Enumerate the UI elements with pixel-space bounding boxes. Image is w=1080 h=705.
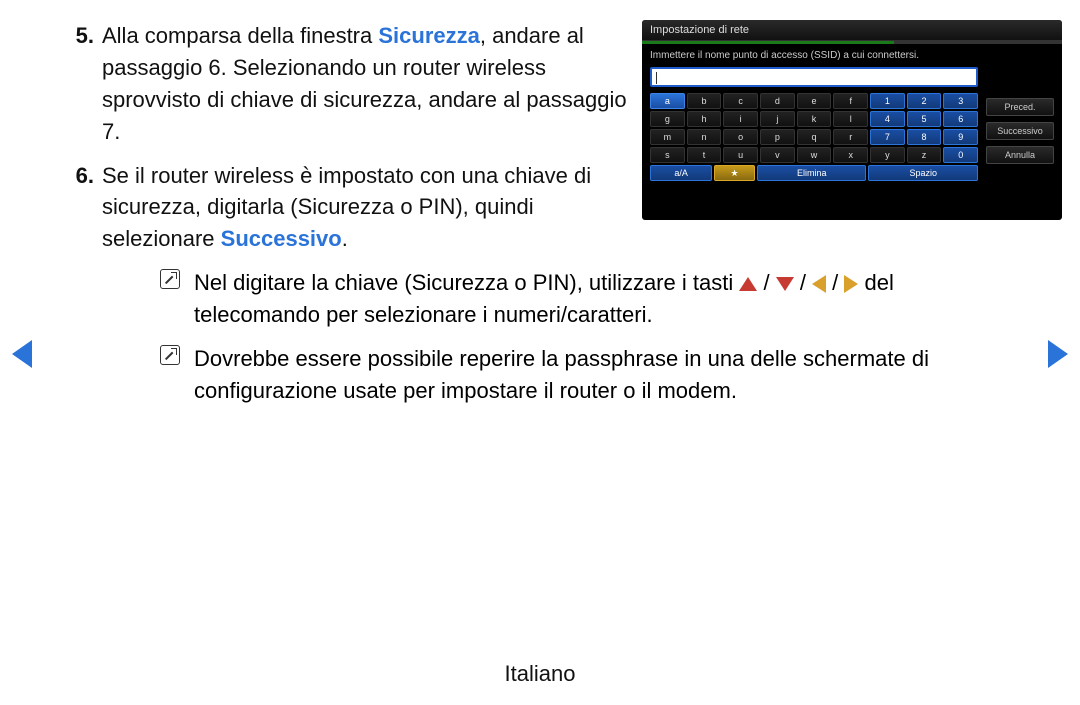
key-r[interactable]: r [833,129,868,145]
key-f[interactable]: f [833,93,868,109]
step-6: 6. Se il router wireless è impostato con… [60,160,630,256]
tv-dialog: Impostazione di rete Immettere il nome p… [642,20,1062,220]
right-arrow-icon [844,275,858,293]
key-k[interactable]: k [797,111,832,127]
key-delete[interactable]: Elimina [757,165,867,181]
key-o[interactable]: o [723,129,758,145]
down-arrow-icon [776,277,794,291]
key-7[interactable]: 7 [870,129,905,145]
sep3: / [832,270,844,295]
key-u[interactable]: u [723,147,758,163]
note-1-pre: Nel digitare la chiave (Sicurezza o PIN)… [194,270,739,295]
key-c[interactable]: c [723,93,758,109]
onscreen-keyboard: abcdef123 ghijkl456 mnopqr789 stuvwxyz0 [650,93,978,163]
note-1-body: Nel digitare la chiave (Sicurezza o PIN)… [194,267,980,331]
key-h[interactable]: h [687,111,722,127]
key-q[interactable]: q [797,129,832,145]
note-1: Nel digitare la chiave (Sicurezza o PIN)… [60,267,980,331]
note-icon [160,267,194,331]
key-n[interactable]: n [687,129,722,145]
key-l[interactable]: l [833,111,868,127]
key-1[interactable]: 1 [870,93,905,109]
sep1: / [763,270,775,295]
step-5: 5. Alla comparsa della finestra Sicurezz… [60,20,630,148]
step-5-pre: Alla comparsa della finestra [102,23,378,48]
key-p[interactable]: p [760,129,795,145]
key-0[interactable]: 0 [943,147,978,163]
footer-language: Italiano [0,661,1080,687]
keyboard-bottom-row: a/A ★ Elimina Spazio [650,165,978,181]
up-arrow-icon [739,277,757,291]
key-s[interactable]: s [650,147,685,163]
key-w[interactable]: w [797,147,832,163]
next-button[interactable]: Successivo [986,122,1054,140]
key-space[interactable]: Spazio [868,165,978,181]
key-shift[interactable]: a/A [650,165,712,181]
step-6-body: Se il router wireless è impostato con un… [102,160,630,256]
key-t[interactable]: t [687,147,722,163]
key-j[interactable]: j [760,111,795,127]
tv-prompt: Immettere il nome punto di accesso (SSID… [650,50,978,61]
key-5[interactable]: 5 [907,111,942,127]
key-v[interactable]: v [760,147,795,163]
key-4[interactable]: 4 [870,111,905,127]
key-z[interactable]: z [907,147,942,163]
key-e[interactable]: e [797,93,832,109]
left-arrow-icon [812,275,826,293]
key-i[interactable]: i [723,111,758,127]
note-2: Dovrebbe essere possibile reperire la pa… [60,343,980,407]
page-next-icon[interactable] [1048,340,1068,368]
step-5-number: 5. [60,20,102,148]
cancel-button[interactable]: Annulla [986,146,1054,164]
key-a[interactable]: a [650,93,685,109]
key-star[interactable]: ★ [714,165,755,181]
ssid-input[interactable] [650,67,978,87]
key-8[interactable]: 8 [907,129,942,145]
key-9[interactable]: 9 [943,129,978,145]
key-y[interactable]: y [870,147,905,163]
key-6[interactable]: 6 [943,111,978,127]
key-m[interactable]: m [650,129,685,145]
note-icon [160,343,194,407]
sep2: / [800,270,812,295]
highlight-successivo: Successivo [221,226,342,251]
key-g[interactable]: g [650,111,685,127]
prev-button[interactable]: Preced. [986,98,1054,116]
step-6-number: 6. [60,160,102,256]
step-5-body: Alla comparsa della finestra Sicurezza, … [102,20,630,148]
key-3[interactable]: 3 [943,93,978,109]
note-2-body: Dovrebbe essere possibile reperire la pa… [194,343,980,407]
key-d[interactable]: d [760,93,795,109]
key-x[interactable]: x [833,147,868,163]
highlight-sicurezza: Sicurezza [378,23,480,48]
step-6-post: . [342,226,348,251]
key-2[interactable]: 2 [907,93,942,109]
tv-title: Impostazione di rete [642,20,1062,41]
page-prev-icon[interactable] [12,340,32,368]
key-b[interactable]: b [687,93,722,109]
